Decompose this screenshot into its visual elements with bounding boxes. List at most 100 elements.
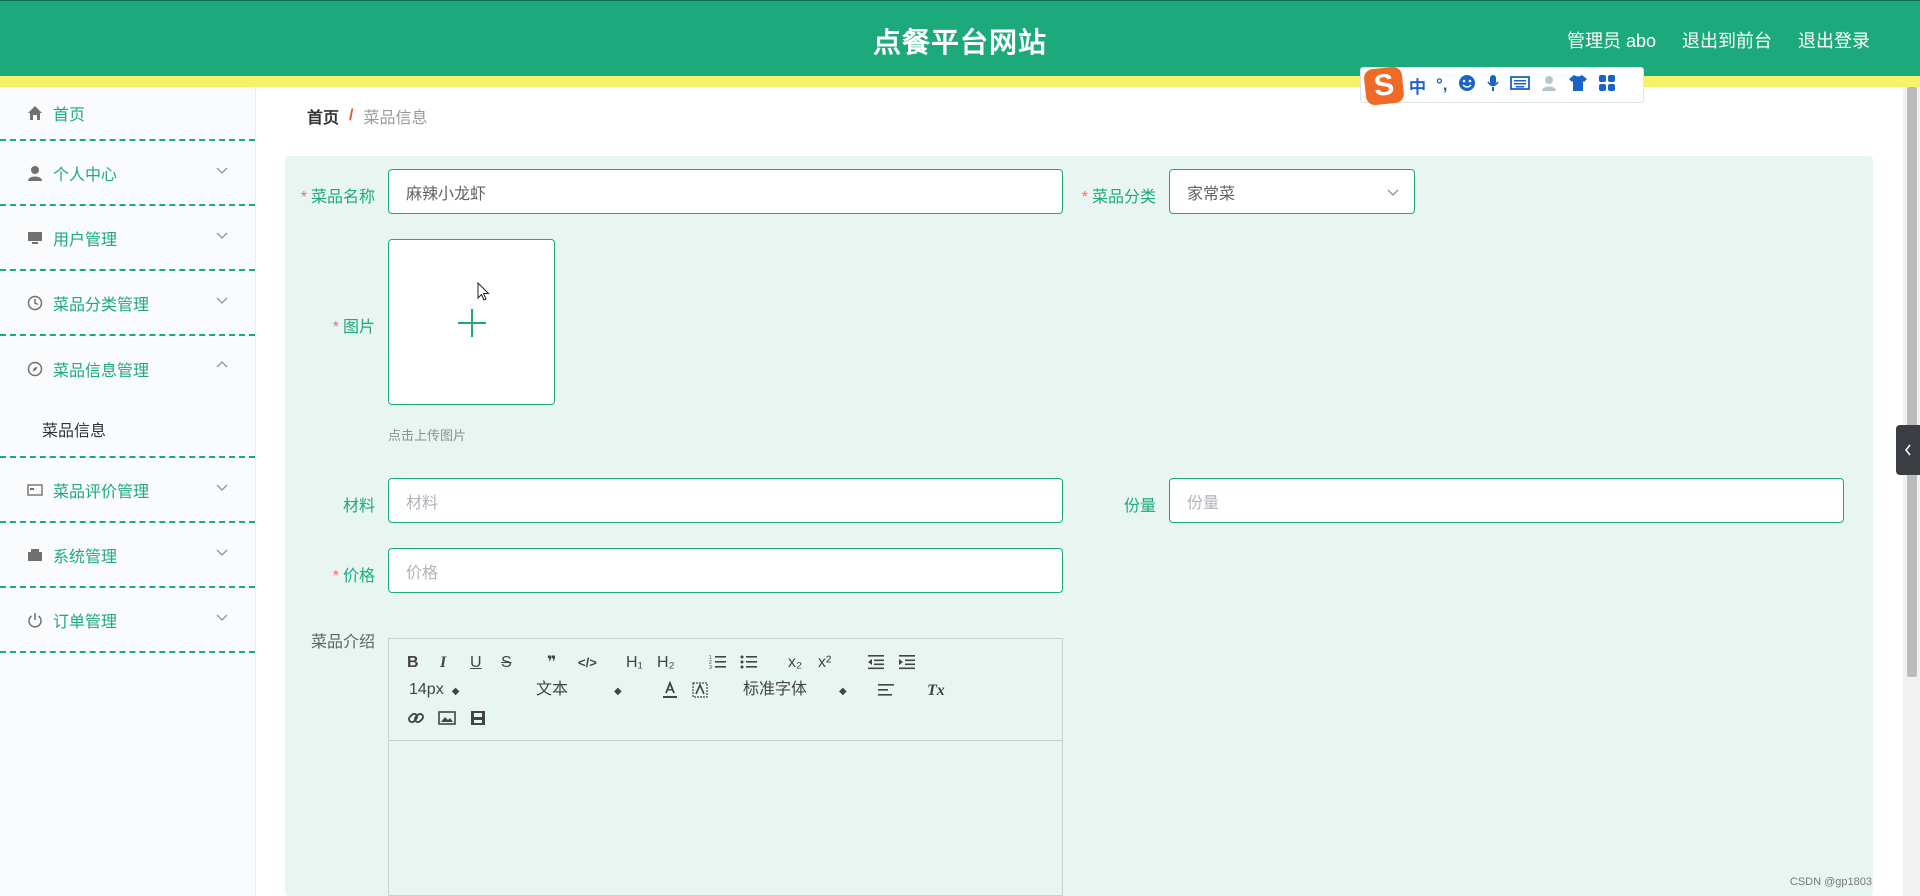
- mouse-cursor-icon: [477, 282, 490, 301]
- price-input[interactable]: 价格: [388, 548, 1063, 593]
- dish-category-label: * 菜品分类: [1081, 189, 1156, 206]
- image-icon[interactable]: [438, 709, 456, 727]
- sidebar-item-label: 菜品信息管理: [53, 362, 150, 380]
- strike-button[interactable]: S: [501, 653, 512, 673]
- top-header: 点餐平台网站 管理员 abo 退出到前台 退出登录: [0, 0, 1920, 76]
- blockquote-button[interactable]: ❞: [547, 653, 556, 673]
- text-color-icon[interactable]: [661, 681, 679, 699]
- subscript-button[interactable]: x₂: [788, 653, 802, 673]
- keyboard-icon[interactable]: [1509, 75, 1530, 96]
- monitor-icon: [26, 229, 43, 246]
- admin-name: 管理员 abo: [1566, 31, 1656, 51]
- breadcrumb-separator: /: [349, 107, 354, 124]
- header-actions: 管理员 abo 退出到前台 退出登录: [1567, 27, 1870, 53]
- dish-name-input[interactable]: 麻辣小龙虾: [388, 169, 1063, 214]
- dish-name-value: 麻辣小龙虾: [406, 185, 487, 203]
- portion-input[interactable]: 份量: [1169, 478, 1844, 523]
- sidebar-item-label: 首页: [53, 107, 86, 124]
- dish-category-select[interactable]: 家常菜: [1169, 169, 1415, 214]
- code-block-button[interactable]: </>: [578, 653, 597, 673]
- portion-label: 份量: [1123, 498, 1156, 515]
- chevron-down-icon: [216, 232, 228, 239]
- sidebar-subitem-dish-info[interactable]: 菜品信息: [0, 401, 255, 458]
- svg-text:3: 3: [709, 665, 712, 670]
- clear-format-button[interactable]: Tx: [927, 681, 945, 701]
- align-icon[interactable]: [877, 682, 895, 698]
- ordered-list-icon[interactable]: 123: [709, 654, 727, 670]
- link-icon[interactable]: [407, 709, 425, 727]
- chevron-left-icon: [1905, 444, 1911, 456]
- image-label: * 图片: [332, 319, 375, 336]
- ime-punct[interactable]: °,: [1436, 75, 1448, 95]
- sidebar-item-home[interactable]: 首页: [0, 87, 255, 141]
- sidebar-item-system[interactable]: 系统管理: [0, 523, 255, 588]
- apps-grid-icon[interactable]: [1598, 74, 1616, 97]
- sidebar-item-users[interactable]: 用户管理: [0, 206, 255, 271]
- chevron-down-icon: [216, 549, 228, 556]
- account-icon[interactable]: [1540, 74, 1558, 97]
- portion-placeholder: 份量: [1187, 494, 1220, 512]
- page-scrollbar[interactable]: [1903, 87, 1920, 896]
- power-icon: [26, 611, 43, 628]
- text-type-select[interactable]: 文本: [536, 680, 622, 702]
- ime-lang[interactable]: 中: [1409, 73, 1426, 98]
- h1-button[interactable]: H₁: [626, 653, 643, 673]
- intro-label: 菜品介绍: [310, 634, 375, 651]
- collapse-side-panel-button[interactable]: [1896, 425, 1920, 475]
- sidebar-item-label: 系统管理: [53, 548, 118, 566]
- to-front-link[interactable]: 退出到前台: [1682, 27, 1772, 53]
- ime-logo[interactable]: S: [1363, 66, 1405, 106]
- sidebar-item-label: 菜品评价管理: [53, 483, 150, 501]
- underline-button[interactable]: U: [470, 653, 482, 673]
- emoji-icon[interactable]: [1458, 74, 1476, 97]
- font-size-select[interactable]: 14px: [409, 680, 459, 702]
- chevron-up-icon: [216, 361, 228, 368]
- indent-icon[interactable]: [898, 654, 916, 670]
- sidebar-item-personal[interactable]: 个人中心: [0, 141, 255, 206]
- sidebar-item-label: 订单管理: [53, 613, 118, 631]
- image-upload-box[interactable]: [388, 239, 555, 405]
- chevron-down-icon: [216, 484, 228, 491]
- breadcrumb-home[interactable]: 首页: [307, 104, 339, 128]
- breadcrumb-current: 菜品信息: [363, 110, 428, 127]
- user-icon: [26, 164, 43, 181]
- rich-text-editor: B I U S ❞ </> H₁ H₂ 123 x₂ x² 14px 文本 标准…: [388, 638, 1063, 896]
- editor-content-area[interactable]: [389, 742, 1062, 895]
- compass-icon: [26, 360, 43, 377]
- italic-button[interactable]: I: [440, 653, 446, 673]
- background-color-icon[interactable]: [691, 681, 709, 699]
- chevron-down-icon: [216, 614, 228, 621]
- plus-icon: [458, 309, 486, 337]
- logout-link[interactable]: 退出登录: [1798, 27, 1870, 53]
- editor-toolbar: B I U S ❞ </> H₁ H₂ 123 x₂ x² 14px 文本 标准…: [389, 639, 1062, 741]
- card-icon: [26, 481, 43, 498]
- price-placeholder: 价格: [406, 564, 439, 582]
- sidebar-item-label: 个人中心: [53, 166, 118, 184]
- skin-shirt-icon[interactable]: [1568, 74, 1588, 97]
- microphone-icon[interactable]: [1486, 74, 1500, 97]
- sidebar-item-label: 菜品分类管理: [53, 296, 150, 314]
- upload-tip: 点击上传图片: [388, 428, 467, 443]
- clock-icon: [26, 294, 43, 311]
- watermark: CSDN @gp1803: [1789, 876, 1872, 888]
- scroll-thumb[interactable]: [1907, 87, 1917, 677]
- font-family-select[interactable]: 标准字体: [743, 680, 847, 702]
- sidebar-item-orders[interactable]: 订单管理: [0, 588, 255, 653]
- dish-name-label: * 菜品名称: [300, 189, 375, 206]
- chevron-down-icon: [216, 297, 228, 304]
- superscript-button[interactable]: x²: [818, 653, 831, 673]
- outdent-icon[interactable]: [867, 654, 885, 670]
- video-icon[interactable]: [469, 709, 487, 727]
- material-label: 材料: [342, 498, 375, 515]
- home-icon: [26, 105, 43, 122]
- h2-button[interactable]: H₂: [657, 653, 675, 673]
- bold-button[interactable]: B: [407, 653, 419, 673]
- wallet-icon: [26, 546, 43, 563]
- bullet-list-icon[interactable]: [740, 654, 758, 670]
- sidebar-item-review[interactable]: 菜品评价管理: [0, 458, 255, 523]
- sidebar-item-dish-info[interactable]: 菜品信息管理: [0, 336, 255, 401]
- chevron-down-icon: [216, 167, 228, 174]
- sidebar-item-category[interactable]: 菜品分类管理: [0, 271, 255, 336]
- material-input[interactable]: 材料: [388, 478, 1063, 523]
- sidebar-item-label: 用户管理: [53, 231, 118, 249]
